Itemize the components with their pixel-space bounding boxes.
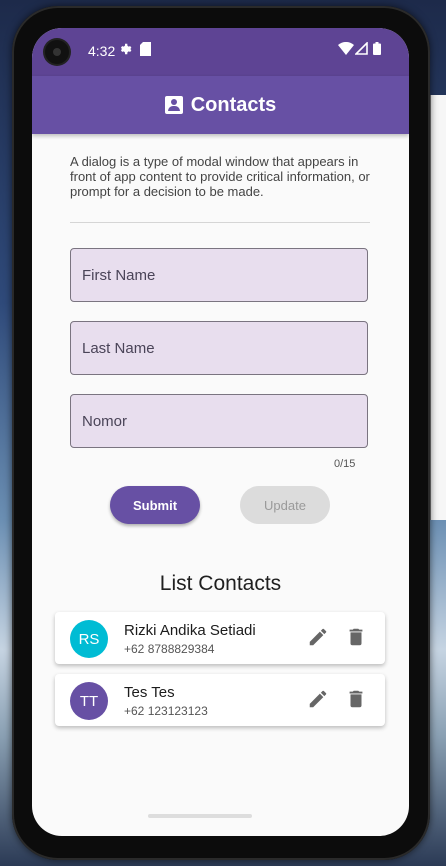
home-indicator[interactable] [148,814,252,818]
contact-name: Tes Tes [124,684,175,701]
dialog-description: A dialog is a type of modal window that … [70,154,370,199]
sim-icon [140,42,151,61]
contact-card[interactable]: RS Rizki Andika Setiadi +62 8788829384 [55,612,385,664]
delete-icon[interactable] [345,626,367,648]
wifi-icon [338,41,354,60]
edit-icon[interactable] [307,626,329,648]
list-contacts-title: List Contacts [159,572,282,595]
update-button[interactable]: Update [240,486,330,524]
nomor-field[interactable]: Nomor [70,394,368,448]
avatar: TT [70,682,108,720]
contact-phone: +62 123123123 [124,704,208,718]
phone-screen: 4:32 Contacts A dialog is a type of moda… [32,28,409,836]
delete-icon[interactable] [345,688,367,710]
background-window-edge [430,95,446,520]
contact-page-icon [164,96,183,114]
contact-card[interactable]: TT Tes Tes +62 123123123 [55,674,385,726]
phone-frame: 4:32 Contacts A dialog is a type of moda… [12,6,430,860]
submit-button[interactable]: Submit [110,486,200,524]
status-time: 4:32 [88,43,116,59]
edit-icon[interactable] [307,688,329,710]
avatar: RS [70,620,108,658]
contact-name: Rizki Andika Setiadi [124,622,256,639]
app-bar: Contacts [32,76,409,134]
app-title: Contacts [190,93,277,116]
settings-icon [118,42,132,61]
battery-icon [373,42,381,60]
divider [70,222,370,223]
last-name-field[interactable]: Last Name [70,321,368,375]
status-bar: 4:32 [32,28,409,76]
first-name-field[interactable]: First Name [70,248,368,302]
nomor-char-counter: 0/15 [334,458,356,470]
signal-icon [354,41,368,60]
contact-phone: +62 8788829384 [124,642,215,656]
front-camera [45,40,69,64]
